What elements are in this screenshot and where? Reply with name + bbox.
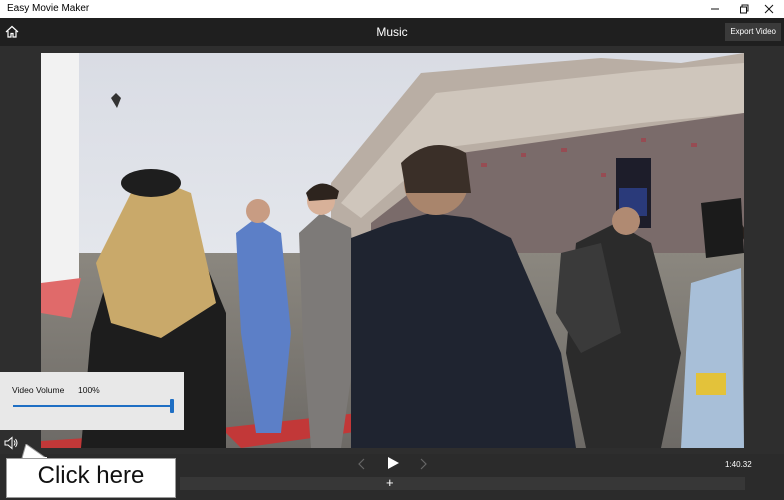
volume-label: Video Volume bbox=[12, 385, 65, 395]
chevron-right-icon bbox=[420, 458, 427, 470]
speaker-icon bbox=[4, 436, 18, 450]
previous-button[interactable] bbox=[357, 457, 367, 475]
next-button[interactable] bbox=[418, 457, 428, 475]
timeline-bar[interactable] bbox=[180, 477, 745, 490]
volume-slider-thumb[interactable] bbox=[170, 399, 174, 413]
preview-stage: Video Volume 100% bbox=[0, 46, 784, 454]
volume-button[interactable] bbox=[4, 436, 20, 450]
close-icon bbox=[764, 4, 774, 14]
maximize-icon bbox=[740, 4, 749, 14]
volume-slider-fill bbox=[13, 405, 172, 407]
minimize-button[interactable] bbox=[700, 0, 730, 18]
play-button[interactable] bbox=[386, 456, 400, 475]
export-video-button[interactable]: Export Video bbox=[725, 23, 781, 41]
close-button[interactable] bbox=[754, 0, 784, 18]
minimize-icon bbox=[711, 8, 719, 10]
add-clip-button[interactable]: + bbox=[386, 476, 394, 489]
callout-text: Click here bbox=[37, 462, 145, 489]
window-title: Easy Movie Maker bbox=[7, 3, 90, 14]
playback-time: 1:40.32 bbox=[725, 460, 752, 469]
click-here-callout: Click here bbox=[6, 444, 176, 500]
window-titlebar: Easy Movie Maker bbox=[0, 0, 784, 18]
page-title: Music bbox=[376, 25, 408, 39]
volume-popup: Video Volume 100% bbox=[0, 372, 184, 430]
play-icon bbox=[388, 457, 399, 469]
chevron-left-icon bbox=[358, 458, 365, 470]
volume-slider[interactable] bbox=[13, 399, 174, 413]
volume-value: 100% bbox=[78, 385, 100, 395]
app-bar: Music Export Video bbox=[0, 18, 784, 46]
